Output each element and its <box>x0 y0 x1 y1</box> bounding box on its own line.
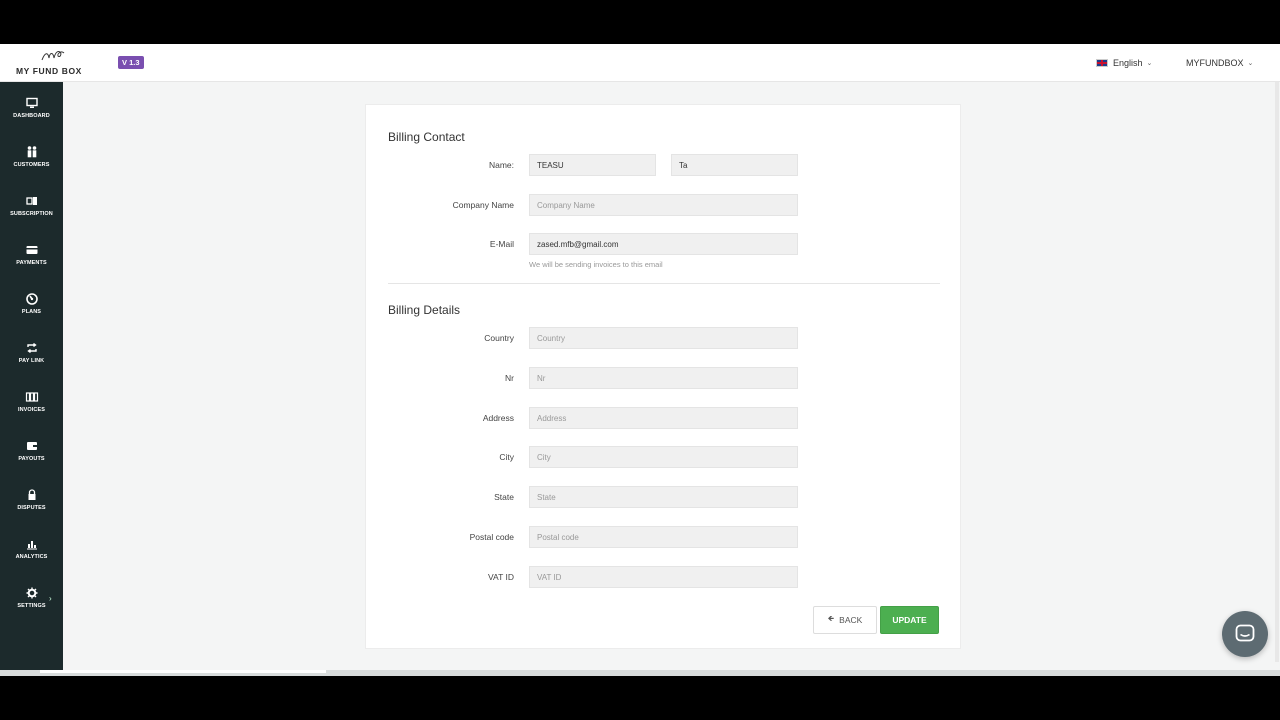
users-icon <box>27 146 36 158</box>
city-input[interactable] <box>529 446 798 468</box>
postal-code-input[interactable] <box>529 526 798 548</box>
version-badge: V 1.3 <box>118 56 144 69</box>
gear-icon <box>26 587 37 599</box>
sidebar-item-label: SUBSCRIPTION <box>10 211 53 217</box>
section-divider <box>388 283 940 284</box>
vat-id-input[interactable] <box>529 566 798 588</box>
state-input[interactable] <box>529 486 798 508</box>
wallet-icon <box>26 442 37 450</box>
back-button[interactable]: 🡸 BACK <box>813 606 877 634</box>
update-button-label: UPDATE <box>892 615 927 625</box>
email-label: E-Mail <box>489 239 514 249</box>
sidebar-item-label: ANALYTICS <box>15 554 48 560</box>
sidebar-item-subscription[interactable]: SUBSCRIPTION <box>0 194 63 238</box>
sidebar-item-plans[interactable]: PLANS <box>0 292 63 336</box>
sidebar-item-label: PAYMENTS <box>16 260 47 266</box>
monitor-icon <box>25 97 38 108</box>
sidebar-item-label: CUSTOMERS <box>13 162 50 168</box>
letterbox-bottom <box>0 676 1280 720</box>
nr-input[interactable] <box>529 367 798 389</box>
sidebar-item-analytics[interactable]: ANALYTICS <box>0 537 63 581</box>
account-dropdown[interactable]: MYFUNDBOX ⌄ <box>1186 56 1253 70</box>
billing-details-title: Billing Details <box>388 303 461 317</box>
chevron-down-icon: ⌄ <box>1146 60 1153 67</box>
lock-icon <box>28 489 35 500</box>
chat-launcher-button[interactable] <box>1222 611 1268 657</box>
company-name-input[interactable] <box>529 194 798 216</box>
sidebar-item-dashboard[interactable]: DASHBOARD <box>0 96 63 140</box>
city-label: City <box>499 452 514 462</box>
sidebar-item-label: DASHBOARD <box>13 113 50 119</box>
email-input[interactable] <box>529 233 798 255</box>
company-name-label: Company Name <box>452 200 514 210</box>
sidebar-item-label: DISPUTES <box>17 505 46 511</box>
scrollbar-thumb[interactable] <box>40 670 326 673</box>
arrow-left-icon: 🡸 <box>827 614 835 623</box>
billing-card: Billing Contact Name: Company Name E-Mai… <box>365 104 961 649</box>
address-label: Address <box>482 413 514 423</box>
name-label: Name: <box>488 160 514 170</box>
language-label: English <box>1113 58 1143 68</box>
sidebar-item-label: SETTINGS <box>17 603 46 609</box>
sidebar-item-disputes[interactable]: DISPUTES <box>0 488 63 532</box>
bar-chart-icon <box>26 541 37 550</box>
sidebar-item-pay-link[interactable]: PAY LINK <box>0 341 63 385</box>
back-button-label: BACK <box>839 615 863 625</box>
chevron-down-icon: ⌄ <box>1247 60 1254 67</box>
chat-icon <box>1235 624 1255 642</box>
sidebar-item-settings[interactable]: SETTINGS › <box>0 586 63 630</box>
sidebar: DASHBOARD CUSTOMERS SUBSCRIPTION PAYMENT… <box>0 82 63 676</box>
state-label: State <box>494 492 514 502</box>
letterbox-top <box>0 0 1280 44</box>
plans-icon <box>25 293 38 305</box>
sidebar-item-label: PAYOUTS <box>18 456 45 462</box>
billing-contact-title: Billing Contact <box>388 130 465 144</box>
app-window: MY FUND BOX V 1.3 English ⌄ MYFUNDBOX ⌄ … <box>0 44 1280 676</box>
first-name-input[interactable] <box>529 154 656 176</box>
postal-code-label: Postal code <box>469 532 514 542</box>
invoices-icon <box>25 392 38 402</box>
update-button[interactable]: UPDATE <box>880 606 939 634</box>
uk-flag-icon <box>1096 59 1108 67</box>
sidebar-item-customers[interactable]: CUSTOMERS <box>0 145 63 189</box>
email-hint: We will be sending invoices to this emai… <box>529 260 663 269</box>
account-label: MYFUNDBOX <box>1186 58 1244 68</box>
subscription-icon <box>25 197 37 205</box>
logo-mark-icon <box>41 51 65 61</box>
logo-text: MY FUND BOX <box>16 66 82 76</box>
sidebar-item-label: INVOICES <box>17 407 46 413</box>
sidebar-item-invoices[interactable]: INVOICES <box>0 390 63 434</box>
nr-label: Nr <box>505 373 514 383</box>
top-bar: MY FUND BOX V 1.3 English ⌄ MYFUNDBOX ⌄ <box>0 44 1280 82</box>
address-input[interactable] <box>529 407 798 429</box>
country-label: Country <box>484 333 514 343</box>
language-dropdown[interactable]: English ⌄ <box>1096 56 1152 70</box>
repeat-icon <box>26 342 37 354</box>
chevron-right-icon: › <box>49 594 52 603</box>
country-input[interactable] <box>529 327 798 349</box>
vat-id-label: VAT ID <box>488 572 514 582</box>
credit-card-icon <box>26 246 37 254</box>
logo[interactable]: MY FUND BOX <box>14 48 90 78</box>
vertical-scrollbar[interactable] <box>1275 82 1279 662</box>
last-name-input[interactable] <box>671 154 798 176</box>
sidebar-item-payouts[interactable]: PAYOUTS <box>0 439 63 483</box>
sidebar-item-payments[interactable]: PAYMENTS <box>0 243 63 287</box>
sidebar-item-label: PLANS <box>21 309 42 315</box>
sidebar-item-label: PAY LINK <box>18 358 45 364</box>
